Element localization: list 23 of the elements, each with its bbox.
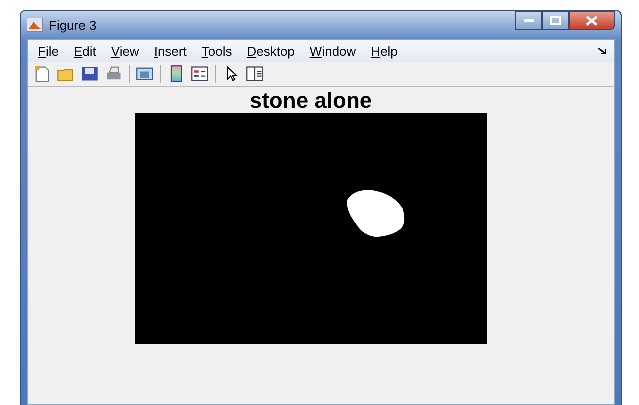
save-icon[interactable] [81, 65, 99, 83]
menu-item[interactable]: Desktop [243, 44, 305, 58]
menu-item[interactable]: Edit [70, 44, 106, 58]
legend-icon[interactable] [191, 65, 209, 83]
close-icon [586, 16, 598, 26]
minimize-icon [524, 18, 534, 22]
menu-item[interactable]: Window [306, 44, 366, 58]
maximize-icon [550, 16, 561, 25]
print-preview-icon[interactable] [136, 65, 154, 83]
close-button[interactable] [569, 11, 615, 30]
dock-arrow-icon[interactable] [598, 48, 606, 54]
window-title: Figure 3 [49, 18, 97, 32]
new-file-icon[interactable] [33, 65, 51, 83]
menu-item[interactable]: File [34, 44, 69, 58]
property-panel-icon[interactable] [246, 65, 264, 83]
menu-item[interactable]: View [107, 44, 150, 58]
maximize-button[interactable] [542, 11, 569, 30]
menu-item[interactable]: Tools [198, 44, 242, 58]
app-icon [27, 18, 43, 32]
menu-item[interactable]: Help [367, 44, 408, 58]
menu-item[interactable]: Insert [150, 44, 197, 58]
figure-title: stone alone [250, 89, 372, 113]
minimize-button[interactable] [515, 11, 542, 30]
